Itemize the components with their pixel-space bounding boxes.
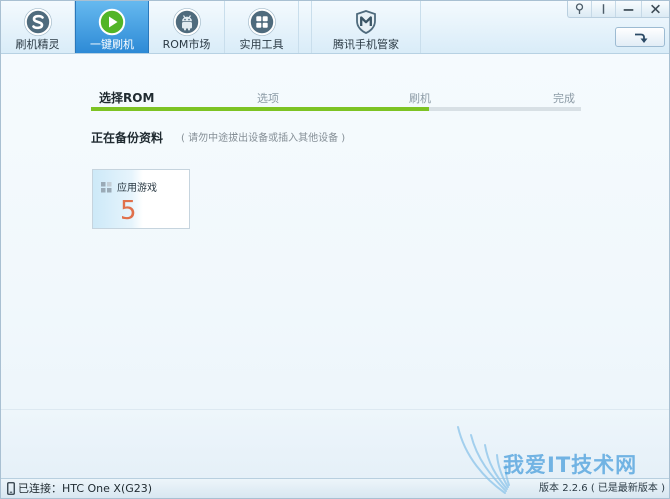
app-window: 刷机精灵 一键刷机 ROM市场 实用工具 腾讯手机管家 选择ROM 选项 刷机 … bbox=[0, 0, 670, 499]
window-controls bbox=[567, 1, 669, 18]
bottom-panel bbox=[1, 409, 669, 478]
apps-grid-icon bbox=[101, 182, 112, 193]
curved-arrow-down-icon bbox=[635, 33, 648, 43]
shuaji-sprite-logo-icon bbox=[23, 8, 52, 36]
minimize-icon bbox=[623, 9, 634, 11]
tab-rom-market[interactable]: ROM市场 bbox=[149, 1, 225, 53]
tab-tencent-phone-manager[interactable]: 腾讯手机管家 bbox=[311, 1, 421, 53]
version-status[interactable]: 版本 2.2.6 ( 已是最新版本 ) bbox=[539, 483, 665, 495]
connection-status: 已连接：HTC One X(G23) bbox=[18, 482, 153, 495]
top-toolbar: 刷机精灵 一键刷机 ROM市场 实用工具 腾讯手机管家 bbox=[1, 1, 669, 54]
step-options: 选项 bbox=[257, 92, 279, 105]
menu-icon bbox=[602, 4, 605, 14]
step-select-rom: 选择ROM bbox=[99, 91, 155, 105]
tools-grid-icon bbox=[247, 8, 276, 36]
play-icon bbox=[98, 8, 126, 36]
tab-one-click-flash[interactable]: 一键刷机 bbox=[75, 1, 149, 53]
tencent-shield-icon bbox=[352, 8, 380, 36]
tab-label: 腾讯手机管家 bbox=[333, 38, 399, 51]
backup-card-count: 5 bbox=[120, 196, 137, 226]
close-button[interactable] bbox=[641, 1, 669, 17]
android-icon bbox=[172, 8, 201, 36]
status-bar: 已连接：HTC One X(G23) 版本 2.2.6 ( 已是最新版本 ) bbox=[1, 478, 669, 498]
tab-label: ROM市场 bbox=[162, 38, 211, 51]
backup-card-label: 应用游戏 bbox=[117, 183, 157, 194]
step-complete: 完成 bbox=[553, 92, 575, 105]
backup-title: 正在备份资料 bbox=[91, 131, 164, 145]
feedback-icon bbox=[575, 3, 584, 14]
step-progress-fill bbox=[91, 107, 430, 111]
tab-label: 一键刷机 bbox=[90, 38, 134, 51]
tab-label: 刷机精灵 bbox=[15, 38, 60, 51]
backup-card-apps-games: 应用游戏 5 bbox=[92, 169, 190, 229]
step-progress-track bbox=[91, 107, 581, 111]
tab-utilities[interactable]: 实用工具 bbox=[225, 1, 299, 53]
tab-label: 实用工具 bbox=[239, 38, 284, 51]
phone-icon bbox=[7, 482, 15, 495]
menu-button[interactable] bbox=[591, 1, 615, 17]
tab-shuaji-jingling[interactable]: 刷机精灵 bbox=[1, 1, 75, 53]
feedback-button[interactable] bbox=[568, 1, 591, 17]
minimize-button[interactable] bbox=[615, 1, 641, 17]
arrow-action-button[interactable] bbox=[615, 27, 665, 47]
step-flash: 刷机 bbox=[409, 92, 431, 105]
close-icon bbox=[651, 4, 660, 14]
backup-hint: ( 请勿中途拔出设备或插入其他设备 ) bbox=[181, 133, 346, 144]
